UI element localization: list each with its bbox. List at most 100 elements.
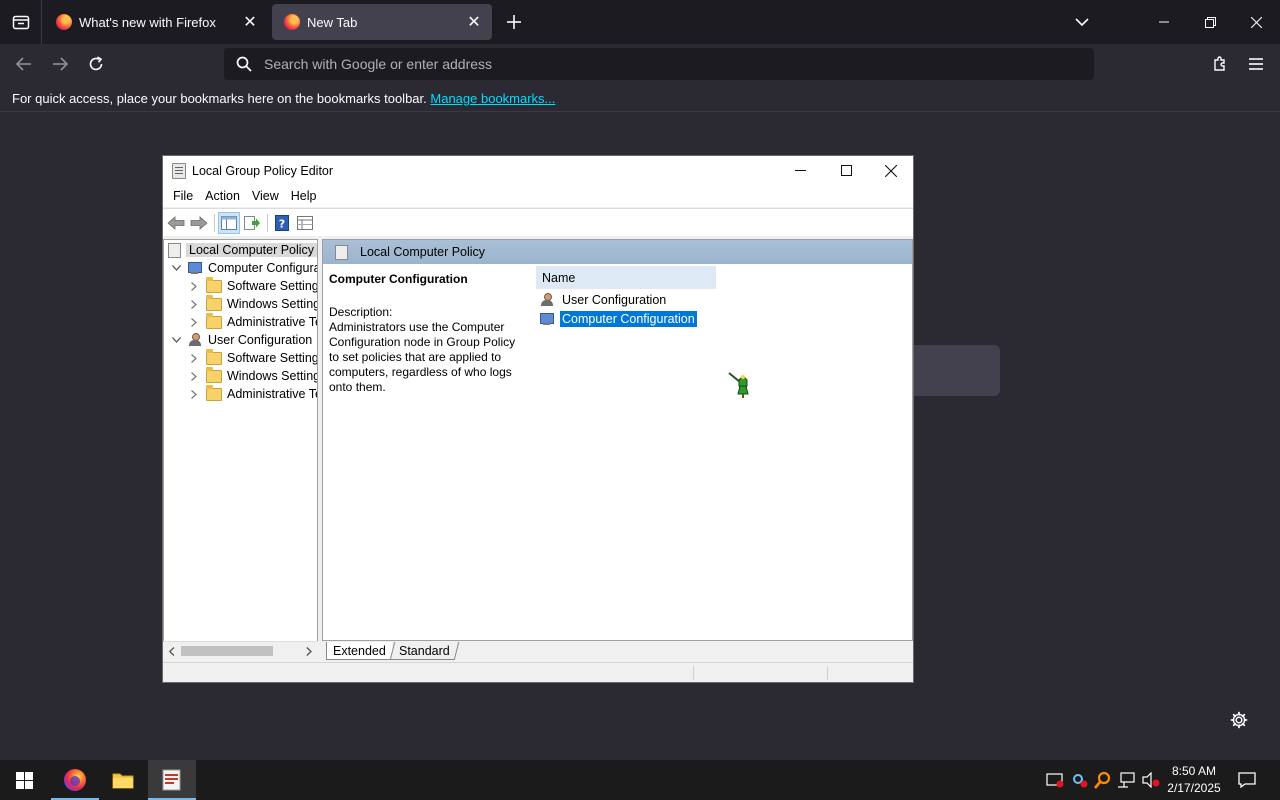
collapse-chevron-icon[interactable] [170,262,182,274]
reload-button[interactable] [82,50,110,78]
tree-node-user-administrative-templates[interactable]: Administrative Te [188,384,317,403]
tab-close-icon[interactable]: ✕ [462,10,486,34]
list-all-tabs-button[interactable] [1070,10,1094,34]
gpedit-title-bar[interactable]: Local Group Policy Editor [163,156,913,185]
menu-action[interactable]: Action [199,189,246,203]
expand-chevron-icon[interactable] [188,298,200,310]
tree-node-computer-configuration[interactable]: Computer Configura [170,259,317,277]
back-button[interactable] [10,50,38,78]
network-icon[interactable] [1117,770,1137,790]
scroll-left-arrow-icon[interactable] [164,643,180,659]
new-tab-button[interactable] [502,10,526,34]
firefox-view-button[interactable] [0,0,42,44]
expand-chevron-icon[interactable] [188,388,200,400]
toolbar-separator [214,213,215,232]
menu-view[interactable]: View [246,189,285,203]
properties-button[interactable] [294,212,316,234]
gpedit-menu-bar: File Action View Help [163,185,913,207]
gpedit-minimize-button[interactable] [777,156,823,185]
navigation-toolbar [0,44,1280,84]
export-list-button[interactable] [241,212,263,234]
forward-arrow-icon [53,57,68,71]
folder-icon [206,276,222,293]
show-hide-console-tree-button[interactable] [218,211,240,234]
back-arrow-icon [16,57,31,71]
tree-node-administrative-templates[interactable]: Administrative Te [188,312,317,331]
forward-button[interactable] [188,212,210,234]
tree-node-label: Windows Setting [227,369,318,383]
tree-node-user-windows-settings[interactable]: Windows Setting [188,366,318,385]
extensions-button[interactable] [1206,50,1234,78]
folder-icon [112,773,134,789]
new-tab-settings-button[interactable] [1227,708,1251,732]
tray-security-icon[interactable] [1045,770,1065,790]
taskbar-clock[interactable]: 8:50 AM 2/17/2025 [1160,763,1228,797]
expand-chevron-icon[interactable] [188,370,200,382]
policy-document-icon [168,242,181,258]
list-item-user-configuration[interactable]: User Configuration [540,291,668,309]
close-window-button[interactable] [1233,0,1279,44]
menu-file[interactable]: File [167,189,199,203]
url-input[interactable] [264,56,1064,72]
computer-config-icon [540,312,555,326]
minimize-icon [794,170,806,171]
tray-gear-icon[interactable] [1069,770,1089,790]
address-bar[interactable] [224,48,1094,80]
start-button[interactable] [0,760,48,800]
tab-new-tab[interactable]: New Tab ✕ [272,4,492,40]
scroll-right-arrow-icon[interactable] [301,643,317,659]
scrollbar-thumb[interactable] [181,646,273,656]
list-item-computer-configuration[interactable]: Computer Configuration [540,310,697,328]
details-header-label: Local Computer Policy [360,245,486,259]
action-center-button[interactable] [1234,768,1260,792]
tree-node-label: User Configuration [208,333,313,347]
tab-extended[interactable]: Extended [326,642,392,660]
collapse-chevron-icon[interactable] [170,334,182,346]
volume-muted-icon[interactable] [1141,770,1161,790]
tree-horizontal-scrollbar[interactable] [163,641,318,659]
user-config-icon [540,293,555,307]
folder-icon [206,294,222,311]
toolbar-separator [267,213,268,232]
help-button[interactable]: ? [271,212,293,234]
gpedit-app-icon [162,769,181,791]
taskbar-group-policy-editor[interactable] [148,760,196,800]
gpedit-maximize-button[interactable] [823,156,869,185]
list-item-label: User Configuration [562,293,667,307]
console-tree-icon [221,215,237,230]
gpedit-close-button[interactable] [868,156,914,185]
tab-close-icon[interactable]: ✕ [238,10,262,34]
tab-standard[interactable]: Standard [389,642,459,660]
tab-whats-new[interactable]: What's new with Firefox ✕ [44,4,268,40]
tree-node-user-software-settings[interactable]: Software Settings [188,348,317,367]
bookmarks-toolbar: For quick access, place your bookmarks h… [0,84,1280,112]
properties-icon [297,215,313,230]
list-item-label: Computer Configuration [560,311,697,327]
taskbar-file-explorer[interactable] [99,760,147,800]
manage-bookmarks-link[interactable]: Manage bookmarks... [430,91,555,106]
tray-search-icon[interactable] [1093,770,1113,790]
details-pane-header: Local Computer Policy [323,240,912,264]
restore-button[interactable] [1187,0,1233,44]
back-button[interactable] [165,212,187,234]
status-separator [693,666,694,680]
menu-help[interactable]: Help [285,189,323,203]
expand-chevron-icon[interactable] [188,280,200,292]
group-policy-editor-window: Local Group Policy Editor File Action Vi… [162,155,914,683]
expand-chevron-icon[interactable] [188,352,200,364]
tree-node-software-settings[interactable]: Software Settings [188,276,317,295]
app-menu-button[interactable] [1242,50,1270,78]
notification-icon [1238,772,1256,788]
minimize-button[interactable] [1141,0,1187,44]
busy-cursor-icon [728,372,749,398]
tree-node-user-configuration[interactable]: User Configuration [170,331,312,349]
tree-node-windows-settings[interactable]: Windows Setting [188,294,317,313]
folder-icon [206,384,222,401]
tree-node-local-computer-policy[interactable]: Local Computer Policy [168,241,317,259]
column-header-name[interactable]: Name [536,266,716,289]
clock-time: 8:50 AM [1171,764,1217,778]
tab-label: What's new with Firefox [79,14,216,30]
forward-button[interactable] [46,50,74,78]
expand-chevron-icon[interactable] [188,316,200,328]
taskbar-firefox[interactable] [51,760,99,800]
